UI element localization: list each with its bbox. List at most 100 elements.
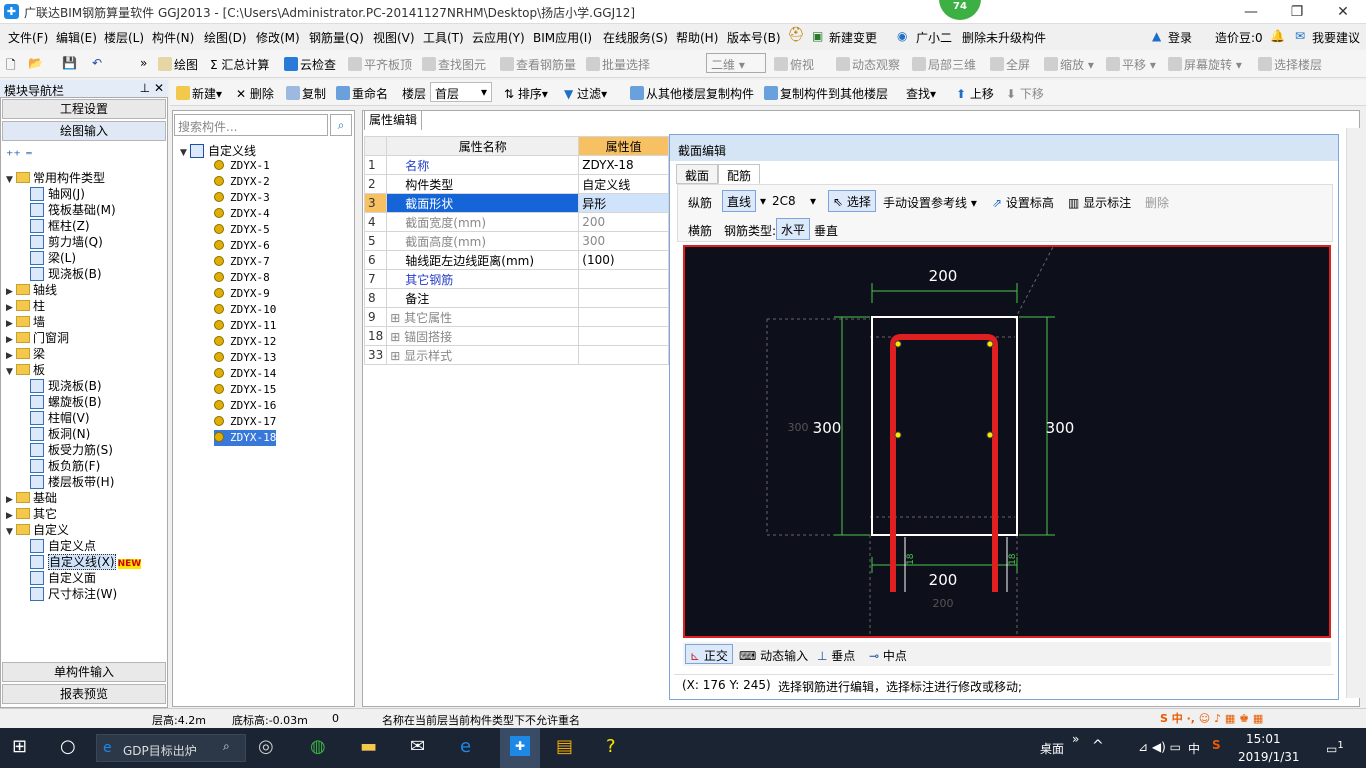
list-item[interactable]: ZDYX-17: [214, 414, 276, 430]
nav-tree-item[interactable]: 剪力墙(Q): [30, 234, 103, 250]
list-item[interactable]: ZDYX-4: [214, 206, 270, 222]
nav-tree-item[interactable]: ▼ 常用构件类型: [6, 170, 105, 186]
bell-icon[interactable]: 🔔: [1270, 29, 1285, 43]
copy-component-button[interactable]: 复制: [286, 85, 326, 102]
delete-button[interactable]: 删除: [1145, 194, 1169, 220]
property-name[interactable]: ⊞ 其它属性: [386, 307, 580, 327]
dynamic-input-button[interactable]: ⌨ 动态输入: [739, 647, 808, 664]
expand-plus-icon[interactable]: ⊞: [390, 349, 404, 363]
rebar-point[interactable]: [986, 340, 994, 348]
nav-tree-item[interactable]: 尺寸标注(W): [30, 586, 117, 602]
view-mode-select[interactable]: 二维 ▾: [706, 53, 766, 73]
property-value[interactable]: (100): [578, 250, 669, 270]
dim-bottom-text[interactable]: 200: [929, 571, 958, 589]
find-button[interactable]: 查找▾: [906, 85, 936, 102]
nav-tree-item[interactable]: 现浇板(B): [30, 266, 102, 282]
list-item[interactable]: ZDYX-15: [214, 382, 276, 398]
notepad-icon[interactable]: ▤: [556, 736, 582, 760]
property-value[interactable]: 自定义线: [578, 174, 669, 194]
floor-select[interactable]: 首层 ▾: [430, 82, 492, 102]
nav-tree-item[interactable]: ▼ 自定义: [6, 522, 69, 538]
tab-rebar[interactable]: 配筋: [718, 164, 761, 184]
list-item[interactable]: ZDYX-3: [214, 190, 270, 206]
nav-tree-item[interactable]: 板受力筋(S): [30, 442, 113, 458]
midpoint-button[interactable]: ⊸ 中点: [869, 647, 907, 664]
cloud-check-button[interactable]: 云检查: [284, 56, 336, 73]
menu-modify[interactable]: 修改(M): [256, 29, 300, 46]
clock-date[interactable]: 2019/1/31: [1238, 750, 1300, 764]
property-row[interactable]: 33 ⊞ 显示样式: [363, 345, 669, 365]
menu-file[interactable]: 文件(F): [8, 29, 48, 46]
property-row[interactable]: 2 构件类型 自定义线: [363, 174, 669, 194]
rebar-spec-input[interactable]: 2C8: [772, 194, 796, 220]
report-preview-button[interactable]: 报表预览: [2, 684, 166, 704]
chevron-down-icon[interactable]: ▾: [760, 194, 766, 220]
ggj-app-taskbar[interactable]: ✚: [500, 728, 540, 768]
desktop-label[interactable]: 桌面: [1040, 740, 1064, 757]
minimize-button[interactable]: —: [1228, 0, 1274, 24]
copy-from-floor-button[interactable]: 从其他楼层复制构件: [630, 85, 754, 102]
rotate-screen-button[interactable]: 屏幕旋转 ▾: [1168, 56, 1242, 73]
section-canvas[interactable]: 200 300 300 300 200 200 18 18: [683, 245, 1331, 638]
line-mode-button[interactable]: 直线: [722, 190, 757, 212]
property-value[interactable]: 200: [578, 212, 669, 232]
rebar-point[interactable]: [986, 431, 994, 439]
chevron-up-icon[interactable]: ^: [1092, 738, 1104, 754]
nav-tree-item[interactable]: 梁(L): [30, 250, 76, 266]
property-row[interactable]: 9 ⊞ 其它属性: [363, 307, 669, 327]
dim-18a-text[interactable]: 18: [906, 553, 916, 565]
menu-edit[interactable]: 编辑(E): [56, 29, 97, 46]
menu-tools[interactable]: 工具(T): [423, 29, 464, 46]
list-item[interactable]: ZDYX-1: [214, 158, 270, 174]
show-dimension-button[interactable]: ▥ 显示标注: [1068, 194, 1131, 220]
login-link[interactable]: 登录: [1168, 29, 1192, 46]
price-beans[interactable]: 造价豆:0: [1215, 29, 1263, 46]
fullscreen-button[interactable]: 全屏: [990, 56, 1030, 73]
mail-icon[interactable]: ✉: [410, 736, 436, 760]
nav-tree-item[interactable]: 自定义线(X) NEW: [30, 554, 142, 570]
nav-tree-item[interactable]: 柱帽(V): [30, 410, 90, 426]
move-down-button[interactable]: ⬇ 下移: [1006, 85, 1044, 102]
menu-draw[interactable]: 绘图(D): [204, 29, 247, 46]
set-elevation-button[interactable]: ⇗ 设置标高: [992, 194, 1054, 220]
property-value[interactable]: ZDYX-18: [578, 155, 669, 175]
clock-time[interactable]: 15:01: [1246, 732, 1281, 746]
more-icon[interactable]: »: [140, 56, 147, 70]
nav-tree-item[interactable]: ▶ 柱: [6, 298, 45, 314]
menu-view[interactable]: 视图(V): [373, 29, 415, 46]
single-component-button[interactable]: 单构件输入: [2, 662, 166, 682]
nav-tree-item[interactable]: ▼ 板: [6, 362, 45, 378]
menu-online[interactable]: 在线服务(S): [603, 29, 668, 46]
nav-tree-item[interactable]: 板洞(N): [30, 426, 90, 442]
notification-badge[interactable]: 74: [939, 0, 981, 20]
open-folder-icon[interactable]: 📂: [28, 56, 43, 70]
sort-button[interactable]: ⇅ 排序▾: [504, 85, 548, 102]
property-row[interactable]: 4 截面宽度(mm) 200: [363, 212, 669, 232]
chevron-down-icon[interactable]: ▼: [6, 524, 16, 540]
property-value[interactable]: [578, 288, 669, 308]
menu-help[interactable]: 帮助(H): [676, 29, 718, 46]
menu-cloud[interactable]: 云应用(Y): [472, 29, 525, 46]
property-value[interactable]: 300: [578, 231, 669, 251]
nav-tree-item[interactable]: 筏板基础(M): [30, 202, 116, 218]
ortho-button[interactable]: ⊾ 正交: [685, 644, 733, 664]
nav-tree-item[interactable]: 自定义面: [30, 570, 96, 586]
property-name[interactable]: ⊞ 锚固搭接: [386, 326, 580, 346]
list-item[interactable]: ZDYX-12: [214, 334, 276, 350]
expand-plus-icon[interactable]: ⊞: [390, 330, 404, 344]
menu-version[interactable]: 版本号(B): [727, 29, 781, 46]
property-name[interactable]: 截面宽度(mm): [386, 212, 580, 232]
dim-left-text[interactable]: 300: [813, 419, 842, 437]
menu-rebar-qty[interactable]: 钢筋量(Q): [309, 29, 364, 46]
property-name[interactable]: 名称: [386, 155, 580, 175]
property-name[interactable]: 其它钢筋: [386, 269, 580, 289]
tab-section[interactable]: 截面: [676, 164, 719, 184]
list-item[interactable]: ZDYX-9: [214, 286, 270, 302]
list-item[interactable]: ZDYX-11: [214, 318, 276, 334]
property-row[interactable]: 5 截面高度(mm) 300: [363, 231, 669, 251]
longitudinal-rebar-button[interactable]: 纵筋: [688, 194, 712, 220]
edge-browser-icon[interactable]: e: [460, 736, 486, 760]
list-item[interactable]: ZDYX-18: [214, 430, 277, 446]
select-button[interactable]: ⇖ 选择: [828, 190, 876, 212]
suggest-link[interactable]: 我要建议: [1312, 29, 1360, 46]
